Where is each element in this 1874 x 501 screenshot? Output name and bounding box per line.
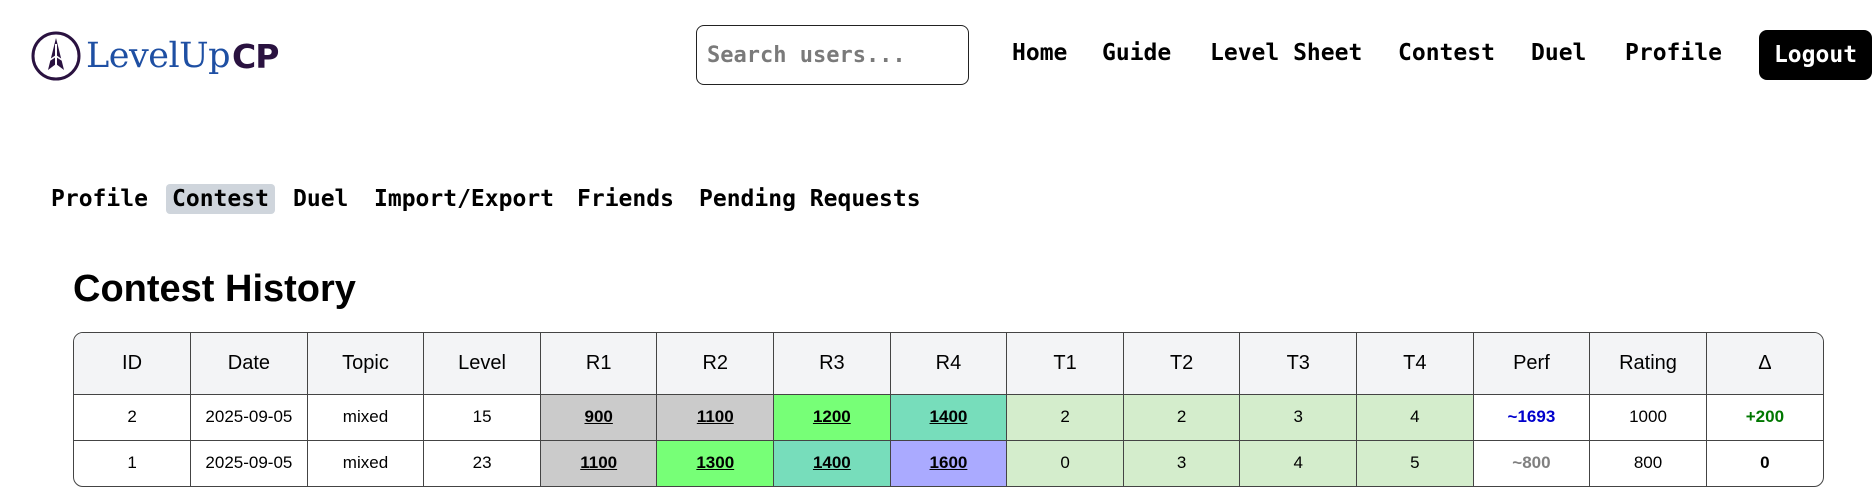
cell-id: 1 xyxy=(74,440,192,486)
logo-emblem-icon xyxy=(31,31,81,81)
cell-time: 2 xyxy=(1006,394,1124,441)
cell-date: 2025-09-05 xyxy=(190,440,308,486)
nav-guide-link[interactable]: Guide xyxy=(1102,40,1171,66)
cell-problem-rating-link[interactable]: 1400 xyxy=(890,394,1008,441)
nav-home-link[interactable]: Home xyxy=(1012,40,1067,66)
cell-problem-rating-link[interactable]: 1300 xyxy=(656,440,775,486)
tab-pending-requests[interactable]: Pending Requests xyxy=(699,184,921,214)
cell-level: 23 xyxy=(423,440,541,486)
column-header: R3 xyxy=(773,333,891,395)
column-header: Perf xyxy=(1473,333,1591,395)
tab-profile[interactable]: Profile xyxy=(51,184,148,214)
cell-time: 2 xyxy=(1123,394,1241,441)
cell-perf: ~1693 xyxy=(1473,394,1591,441)
nav-contest-link[interactable]: Contest xyxy=(1398,40,1495,66)
cell-problem-rating-link[interactable]: 900 xyxy=(540,394,658,441)
column-header: R4 xyxy=(890,333,1008,395)
cell-rating: 800 xyxy=(1589,440,1707,486)
column-header: R2 xyxy=(656,333,775,395)
cell-topic: mixed xyxy=(307,394,425,441)
column-header: Δ xyxy=(1706,333,1823,395)
column-header: Date xyxy=(190,333,308,395)
cell-level: 15 xyxy=(423,394,541,441)
cell-rating: 1000 xyxy=(1589,394,1707,441)
column-header: T3 xyxy=(1239,333,1358,395)
brand-name: LevelUp xyxy=(86,36,231,76)
brand-logo[interactable]: LevelUp CP xyxy=(30,29,279,83)
tab-contest[interactable]: Contest xyxy=(166,184,275,214)
cell-id: 2 xyxy=(74,394,192,441)
cell-topic: mixed xyxy=(307,440,425,486)
cell-time: 3 xyxy=(1239,394,1358,441)
cell-problem-rating-link[interactable]: 1200 xyxy=(773,394,891,441)
column-header: T2 xyxy=(1123,333,1241,395)
cell-time: 5 xyxy=(1356,440,1474,486)
cell-problem-rating-link[interactable]: 1100 xyxy=(540,440,658,486)
nav-duel-link[interactable]: Duel xyxy=(1531,40,1586,66)
table-row: 2 2025-09-05 mixed 15 900 1100 1200 1400… xyxy=(74,394,1823,441)
cell-time: 3 xyxy=(1123,440,1241,486)
cell-time: 4 xyxy=(1356,394,1474,441)
column-header: Topic xyxy=(307,333,425,395)
page-title: Contest History xyxy=(73,268,356,310)
cell-delta: 0 xyxy=(1760,453,1770,473)
column-header: R1 xyxy=(540,333,658,395)
tab-import-export[interactable]: Import/Export xyxy=(374,184,554,214)
tab-friends[interactable]: Friends xyxy=(577,184,674,214)
brand-suffix: CP xyxy=(232,36,279,76)
nav-profile-link[interactable]: Profile xyxy=(1625,40,1722,66)
column-header: T1 xyxy=(1006,333,1124,395)
column-header: T4 xyxy=(1356,333,1474,395)
cell-perf: ~800 xyxy=(1473,440,1591,486)
cell-date: 2025-09-05 xyxy=(190,394,308,441)
logout-button[interactable]: Logout xyxy=(1759,30,1872,80)
table-row: 1 2025-09-05 mixed 23 1100 1300 1400 160… xyxy=(74,440,1823,486)
cell-time: 4 xyxy=(1239,440,1358,486)
tab-duel[interactable]: Duel xyxy=(293,184,348,214)
cell-problem-rating-link[interactable]: 1400 xyxy=(773,440,891,486)
cell-problem-rating-link[interactable]: 1600 xyxy=(890,440,1008,486)
contest-history-table: ID Date Topic Level R1 R2 R3 R4 T1 T2 T3… xyxy=(73,332,1824,487)
search-users-input[interactable] xyxy=(696,25,969,85)
cell-delta: +200 xyxy=(1706,394,1823,441)
column-header: Rating xyxy=(1589,333,1707,395)
cell-problem-rating-link[interactable]: 1100 xyxy=(656,394,775,441)
nav-level-sheet-link[interactable]: Level Sheet xyxy=(1210,40,1362,66)
cell-time: 0 xyxy=(1006,440,1124,486)
table-header-row: ID Date Topic Level R1 R2 R3 R4 T1 T2 T3… xyxy=(74,333,1823,395)
column-header: ID xyxy=(74,333,192,395)
column-header: Level xyxy=(423,333,541,395)
